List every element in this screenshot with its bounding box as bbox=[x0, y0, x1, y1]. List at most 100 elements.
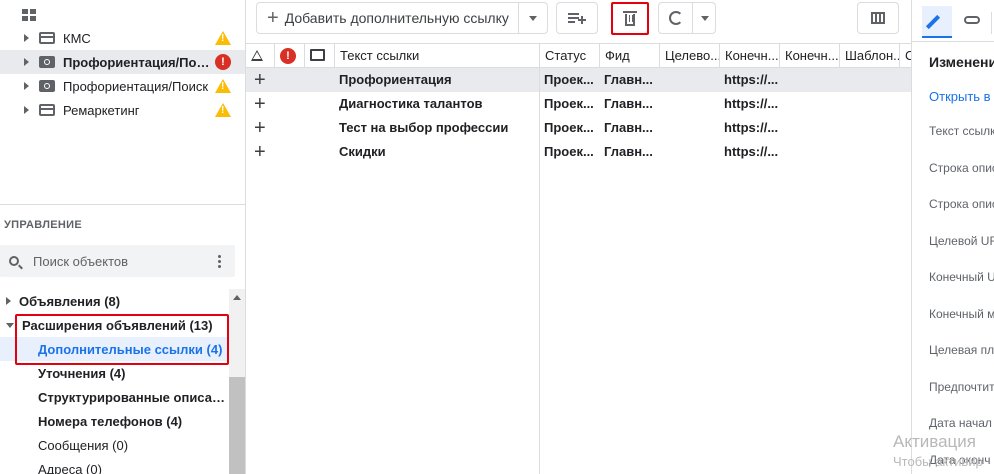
cell-template[interactable] bbox=[839, 68, 899, 92]
expand-row-icon[interactable]: + bbox=[254, 93, 266, 115]
plus-icon: + bbox=[267, 7, 279, 29]
library-item-label: Структурированные описани... bbox=[38, 389, 229, 405]
cell-feed[interactable]: Главн... bbox=[599, 68, 659, 92]
library-scrollbar[interactable] bbox=[229, 289, 245, 474]
library-item[interactable]: Уточнения (4) bbox=[0, 361, 229, 385]
replace-button[interactable] bbox=[658, 2, 716, 34]
expand-arrow-icon[interactable] bbox=[6, 297, 11, 305]
edit-field-label: Дата оконч bbox=[929, 452, 991, 467]
cell-feed[interactable]: Главн... bbox=[599, 140, 659, 164]
library-item-label: Адреса (0) bbox=[38, 461, 102, 474]
collapse-arrow-icon[interactable] bbox=[6, 322, 14, 328]
cell-text[interactable]: Тест на выбор профессии bbox=[334, 116, 539, 140]
add-multiple-button[interactable] bbox=[556, 2, 598, 34]
comment-column-icon[interactable] bbox=[310, 49, 325, 61]
expand-arrow-icon[interactable] bbox=[24, 58, 29, 66]
campaign-item[interactable]: КМС bbox=[0, 26, 245, 50]
scrollbar-thumb[interactable] bbox=[229, 377, 245, 474]
delete-button[interactable] bbox=[612, 2, 648, 34]
error-column-icon[interactable]: ! bbox=[280, 48, 296, 64]
library-item-label: Сообщения (0) bbox=[38, 437, 129, 453]
library-item-label: Номера телефонов (4) bbox=[38, 413, 183, 429]
campaign-item[interactable]: Ремаркетинг bbox=[0, 98, 245, 122]
edit-field-label: Целевая пла bbox=[929, 343, 994, 357]
main-content: + Добавить дополнительную ссылку ! Текст… bbox=[246, 0, 911, 474]
tab-edit[interactable] bbox=[922, 6, 952, 38]
cell-final-mobile[interactable] bbox=[779, 116, 839, 140]
cell-final-mobile[interactable] bbox=[779, 68, 839, 92]
column-header[interactable]: Целево... bbox=[659, 44, 719, 68]
cell-final-mobile[interactable] bbox=[779, 92, 839, 116]
cell-target[interactable] bbox=[659, 68, 719, 92]
campaign-name: Ремаркетинг bbox=[63, 102, 140, 118]
library-item[interactable]: Номера телефонов (4) bbox=[0, 409, 229, 433]
display-campaign-icon bbox=[39, 104, 55, 116]
column-header[interactable]: Шаблон... bbox=[839, 44, 899, 68]
expand-arrow-icon[interactable] bbox=[24, 34, 29, 42]
column-header[interactable]: Статус bbox=[539, 44, 599, 68]
expand-row-icon[interactable]: + bbox=[254, 69, 266, 91]
grid-view-icon[interactable] bbox=[22, 9, 36, 21]
cell-template[interactable] bbox=[839, 92, 899, 116]
cell-feed[interactable]: Главн... bbox=[599, 116, 659, 140]
columns-button[interactable] bbox=[857, 2, 899, 34]
add-sitelink-button[interactable]: + Добавить дополнительную ссылку bbox=[256, 2, 548, 34]
table-row[interactable]: + Профориентация Проек... Главн... https://.… bbox=[246, 68, 911, 92]
link-icon[interactable] bbox=[964, 16, 980, 24]
column-header[interactable]: Конечн... bbox=[719, 44, 779, 68]
library-item[interactable]: Сообщения (0) bbox=[0, 433, 229, 457]
edit-field-label: Конечный U bbox=[929, 270, 994, 284]
table-row[interactable]: + Скидки Проек... Главн... https://... bbox=[246, 140, 911, 164]
cell-status[interactable]: Проек... bbox=[539, 68, 599, 92]
cell-text[interactable]: Диагностика талантов bbox=[334, 92, 539, 116]
cell-feed[interactable]: Главн... bbox=[599, 92, 659, 116]
object-search[interactable] bbox=[0, 245, 235, 277]
scroll-up-icon[interactable] bbox=[233, 295, 241, 300]
cell-status[interactable]: Проек... bbox=[539, 116, 599, 140]
expand-row-icon[interactable]: + bbox=[254, 141, 266, 163]
table-row[interactable]: + Диагностика талантов Проек... Главн... htt… bbox=[246, 92, 911, 116]
object-search-input[interactable] bbox=[33, 253, 203, 269]
expand-arrow-icon[interactable] bbox=[24, 106, 29, 114]
cell-template[interactable] bbox=[839, 116, 899, 140]
cell-final-url[interactable]: https://... bbox=[719, 68, 779, 92]
search-campaign-icon bbox=[39, 80, 55, 92]
more-options-icon[interactable] bbox=[218, 254, 221, 268]
column-header[interactable]: Фид bbox=[599, 44, 659, 68]
sitelinks-grid: ! Текст ссылки Статус Фид Целево... Конечн..… bbox=[246, 43, 911, 474]
edit-field-label: Целевой UR bbox=[929, 233, 994, 248]
column-header[interactable]: С bbox=[899, 44, 911, 68]
table-row[interactable]: + Тест на выбор профессии Проек... Главн...… bbox=[246, 116, 911, 140]
expand-arrow-icon[interactable] bbox=[24, 82, 29, 90]
library-item[interactable]: Расширения объявлений (13) bbox=[0, 313, 229, 337]
cell-status[interactable]: Проек... bbox=[539, 140, 599, 164]
warning-column-icon[interactable] bbox=[251, 50, 263, 61]
cell-status[interactable]: Проек... bbox=[539, 92, 599, 116]
cell-target[interactable] bbox=[659, 92, 719, 116]
campaign-item[interactable]: Профориентация/Поиск...! bbox=[0, 50, 245, 74]
cell-text[interactable]: Скидки bbox=[334, 140, 539, 164]
open-in-link[interactable]: Открыть в bbox=[929, 89, 991, 104]
grid-header: ! Текст ссылки Статус Фид Целево... Конечн..… bbox=[246, 44, 911, 68]
cell-text[interactable]: Профориентация bbox=[334, 68, 539, 92]
cell-final-url[interactable]: https://... bbox=[719, 116, 779, 140]
cell-final-mobile[interactable] bbox=[779, 140, 839, 164]
library-item[interactable]: Дополнительные ссылки (4) bbox=[0, 337, 229, 361]
edit-field-label: Предпочтит bbox=[929, 379, 994, 394]
column-header[interactable]: Текст ссылки bbox=[334, 44, 539, 68]
library-item[interactable]: Объявления (8) bbox=[0, 289, 229, 313]
warning-icon bbox=[215, 31, 231, 45]
column-header[interactable]: Конечн... bbox=[779, 44, 839, 68]
cell-final-url[interactable]: https://... bbox=[719, 92, 779, 116]
library-item[interactable]: Адреса (0) bbox=[0, 457, 229, 474]
error-icon: ! bbox=[215, 54, 231, 70]
cell-template[interactable] bbox=[839, 140, 899, 164]
cell-target[interactable] bbox=[659, 140, 719, 164]
expand-row-icon[interactable]: + bbox=[254, 117, 266, 139]
cell-target[interactable] bbox=[659, 116, 719, 140]
chevron-down-icon[interactable] bbox=[529, 16, 537, 21]
library-item[interactable]: Структурированные описани... bbox=[0, 385, 229, 409]
campaign-item[interactable]: Профориентация/Поиск bbox=[0, 74, 245, 98]
chevron-down-icon[interactable] bbox=[701, 16, 709, 21]
cell-final-url[interactable]: https://... bbox=[719, 140, 779, 164]
